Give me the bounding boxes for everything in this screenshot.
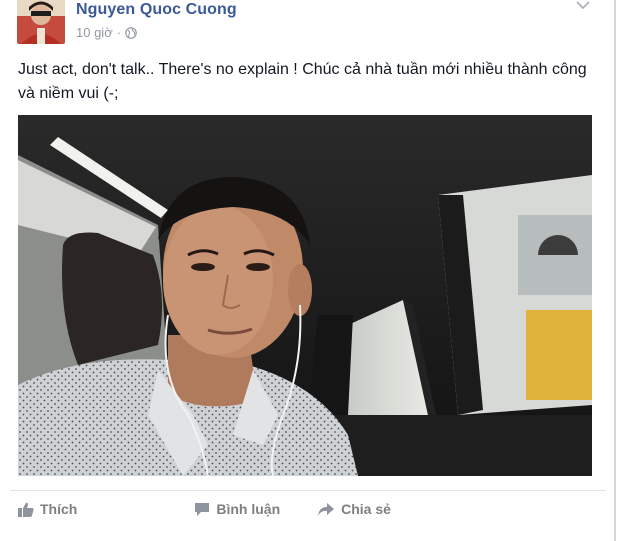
post-photo[interactable]: [18, 115, 592, 476]
author-name[interactable]: Nguyen Quoc Cuong: [76, 1, 237, 19]
post-card: Nguyen Quoc Cuong 10 giờ · Just act, don…: [0, 0, 614, 541]
comment-button[interactable]: Bình luận: [194, 501, 280, 517]
like-label: Thích: [40, 501, 78, 517]
chevron-down-icon[interactable]: [576, 0, 590, 10]
post-text: Just act, don't talk.. There's no explai…: [18, 61, 592, 102]
comment-bubble-icon: [195, 502, 210, 516]
globe-icon[interactable]: [125, 26, 137, 39]
feed-column-border: [614, 0, 616, 541]
meta-separator: ·: [116, 25, 122, 40]
comment-label: Bình luận: [216, 501, 281, 517]
like-button[interactable]: Thích: [18, 501, 77, 517]
share-arrow-icon: [318, 502, 335, 516]
post-time[interactable]: 10 giờ: [76, 25, 113, 40]
post-divider: [10, 490, 606, 491]
thumbs-up-icon: [18, 502, 34, 517]
action-bar: Thích Bình luận Chia sẻ: [18, 499, 391, 519]
avatar[interactable]: [17, 0, 65, 44]
share-button[interactable]: Chia sẻ: [317, 501, 391, 517]
share-label: Chia sẻ: [341, 501, 391, 517]
post-meta: 10 giờ ·: [76, 25, 137, 40]
